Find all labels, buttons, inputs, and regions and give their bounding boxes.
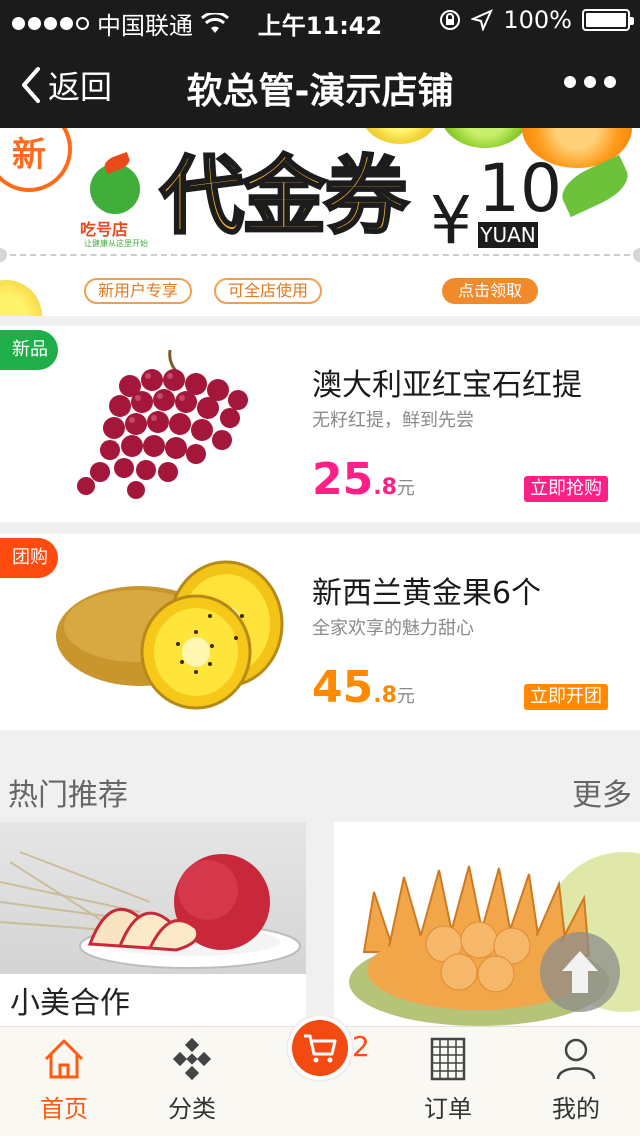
status-bar: 中国联通 上午11:42 100% bbox=[0, 0, 640, 40]
tab-category[interactable]: 分类 bbox=[128, 1027, 256, 1136]
product-tag: 新品 bbox=[0, 330, 58, 370]
product-card[interactable]: 团购 新西兰黄金果6个 全家欢享的魅力甜心 45.8元 立即开团 bbox=[0, 534, 640, 730]
status-right: 100% bbox=[439, 6, 634, 34]
location-icon bbox=[471, 9, 494, 31]
store-wide-tag: 可全店使用 bbox=[214, 278, 323, 304]
price-integer: 45 bbox=[312, 662, 374, 713]
golden-kiwi-image bbox=[56, 560, 284, 710]
price-unit: 元 bbox=[396, 686, 415, 707]
ticket-notch-right bbox=[633, 248, 640, 262]
ticket-notch-left bbox=[0, 248, 7, 262]
recommend-header: 热门推荐 更多 bbox=[0, 742, 640, 822]
voucher-currency: ¥ bbox=[430, 182, 472, 259]
order-icon bbox=[430, 1037, 466, 1081]
tab-label: 分类 bbox=[168, 1095, 216, 1123]
recommend-item[interactable]: 小美合作 bbox=[0, 822, 306, 1032]
product-price: 25.8元 bbox=[312, 454, 415, 505]
home-icon bbox=[44, 1039, 84, 1079]
lime-slice-image bbox=[440, 128, 530, 148]
more-link[interactable]: 更多 bbox=[572, 770, 632, 814]
new-badge: 新 bbox=[0, 128, 72, 192]
red-grapes-image bbox=[77, 349, 248, 499]
new-user-tag: 新用户专享 bbox=[84, 278, 193, 304]
logo-subtitle: 让健康从这里开始 bbox=[84, 239, 148, 248]
battery-level bbox=[586, 13, 626, 27]
voucher-unit: YUAN bbox=[478, 222, 538, 248]
battery-percent: 100% bbox=[503, 6, 572, 34]
scroll-to-top-button[interactable] bbox=[540, 932, 620, 1012]
voucher-title: 代金券 bbox=[158, 147, 409, 245]
product-price: 45.8元 bbox=[312, 662, 415, 713]
apple-plate-image bbox=[0, 822, 306, 974]
price-unit: 元 bbox=[396, 478, 415, 499]
lemon-slice-image bbox=[360, 128, 440, 144]
tab-label: 我的 bbox=[552, 1095, 600, 1123]
tab-label: 订单 bbox=[424, 1095, 472, 1123]
nav-bar: 返回 软总管-演示店铺 bbox=[0, 40, 640, 128]
category-icon bbox=[172, 1037, 212, 1081]
voucher-amount: 10 bbox=[478, 150, 562, 227]
tab-orders[interactable]: 订单 bbox=[384, 1027, 512, 1136]
product-name: 新西兰黄金果6个 bbox=[312, 576, 542, 611]
claim-voucher-button[interactable]: 点击领取 bbox=[442, 278, 538, 304]
recommend-title: 热门推荐 bbox=[8, 778, 128, 813]
cart-count-badge: 2 bbox=[352, 1030, 370, 1063]
logo-text: 吃号店 bbox=[80, 220, 129, 239]
price-integer: 25 bbox=[312, 454, 374, 505]
voucher-banner[interactable]: 新 吃号店 让健康从这里开始 代金券 ¥ 10 YUAN 新用户专享 可全店使用… bbox=[0, 128, 640, 316]
store-logo: 吃号店 让健康从这里开始 bbox=[80, 151, 150, 248]
lemon-corner-image bbox=[0, 280, 42, 316]
more-dot-icon bbox=[584, 76, 596, 88]
battery-icon bbox=[582, 9, 634, 31]
tab-profile[interactable]: 我的 bbox=[512, 1027, 640, 1136]
tab-home[interactable]: 首页 bbox=[0, 1027, 128, 1136]
more-dot-icon bbox=[564, 76, 576, 88]
apple-logo-icon bbox=[90, 164, 140, 214]
product-tag: 团购 bbox=[0, 538, 58, 578]
product-name: 澳大利亚红宝石红提 bbox=[312, 368, 582, 403]
arrow-up-icon bbox=[562, 951, 598, 993]
more-dot-icon bbox=[604, 76, 616, 88]
tab-label: 首页 bbox=[40, 1095, 88, 1123]
price-decimal: .8 bbox=[373, 475, 397, 500]
start-group-buy-button[interactable]: 立即开团 bbox=[524, 684, 608, 710]
recommend-item-label: 小美合作 bbox=[10, 986, 130, 1021]
product-description: 无籽红提，鲜到先尝 bbox=[312, 410, 474, 431]
dashed-divider bbox=[0, 254, 640, 256]
more-menu-button[interactable] bbox=[564, 76, 616, 88]
product-description: 全家欢享的魅力甜心 bbox=[312, 618, 474, 639]
product-card[interactable]: 新品 澳大利亚红宝石红提 无籽红提，鲜到先尝 25.8元 立即抢购 bbox=[0, 326, 640, 522]
price-decimal: .8 bbox=[373, 683, 397, 708]
user-icon bbox=[556, 1038, 596, 1080]
cart-icon bbox=[304, 1034, 337, 1063]
buy-now-button[interactable]: 立即抢购 bbox=[524, 476, 608, 502]
cart-button[interactable] bbox=[288, 1016, 352, 1080]
page-title: 软总管-演示店铺 bbox=[186, 71, 454, 112]
rotation-lock-icon bbox=[440, 10, 461, 30]
